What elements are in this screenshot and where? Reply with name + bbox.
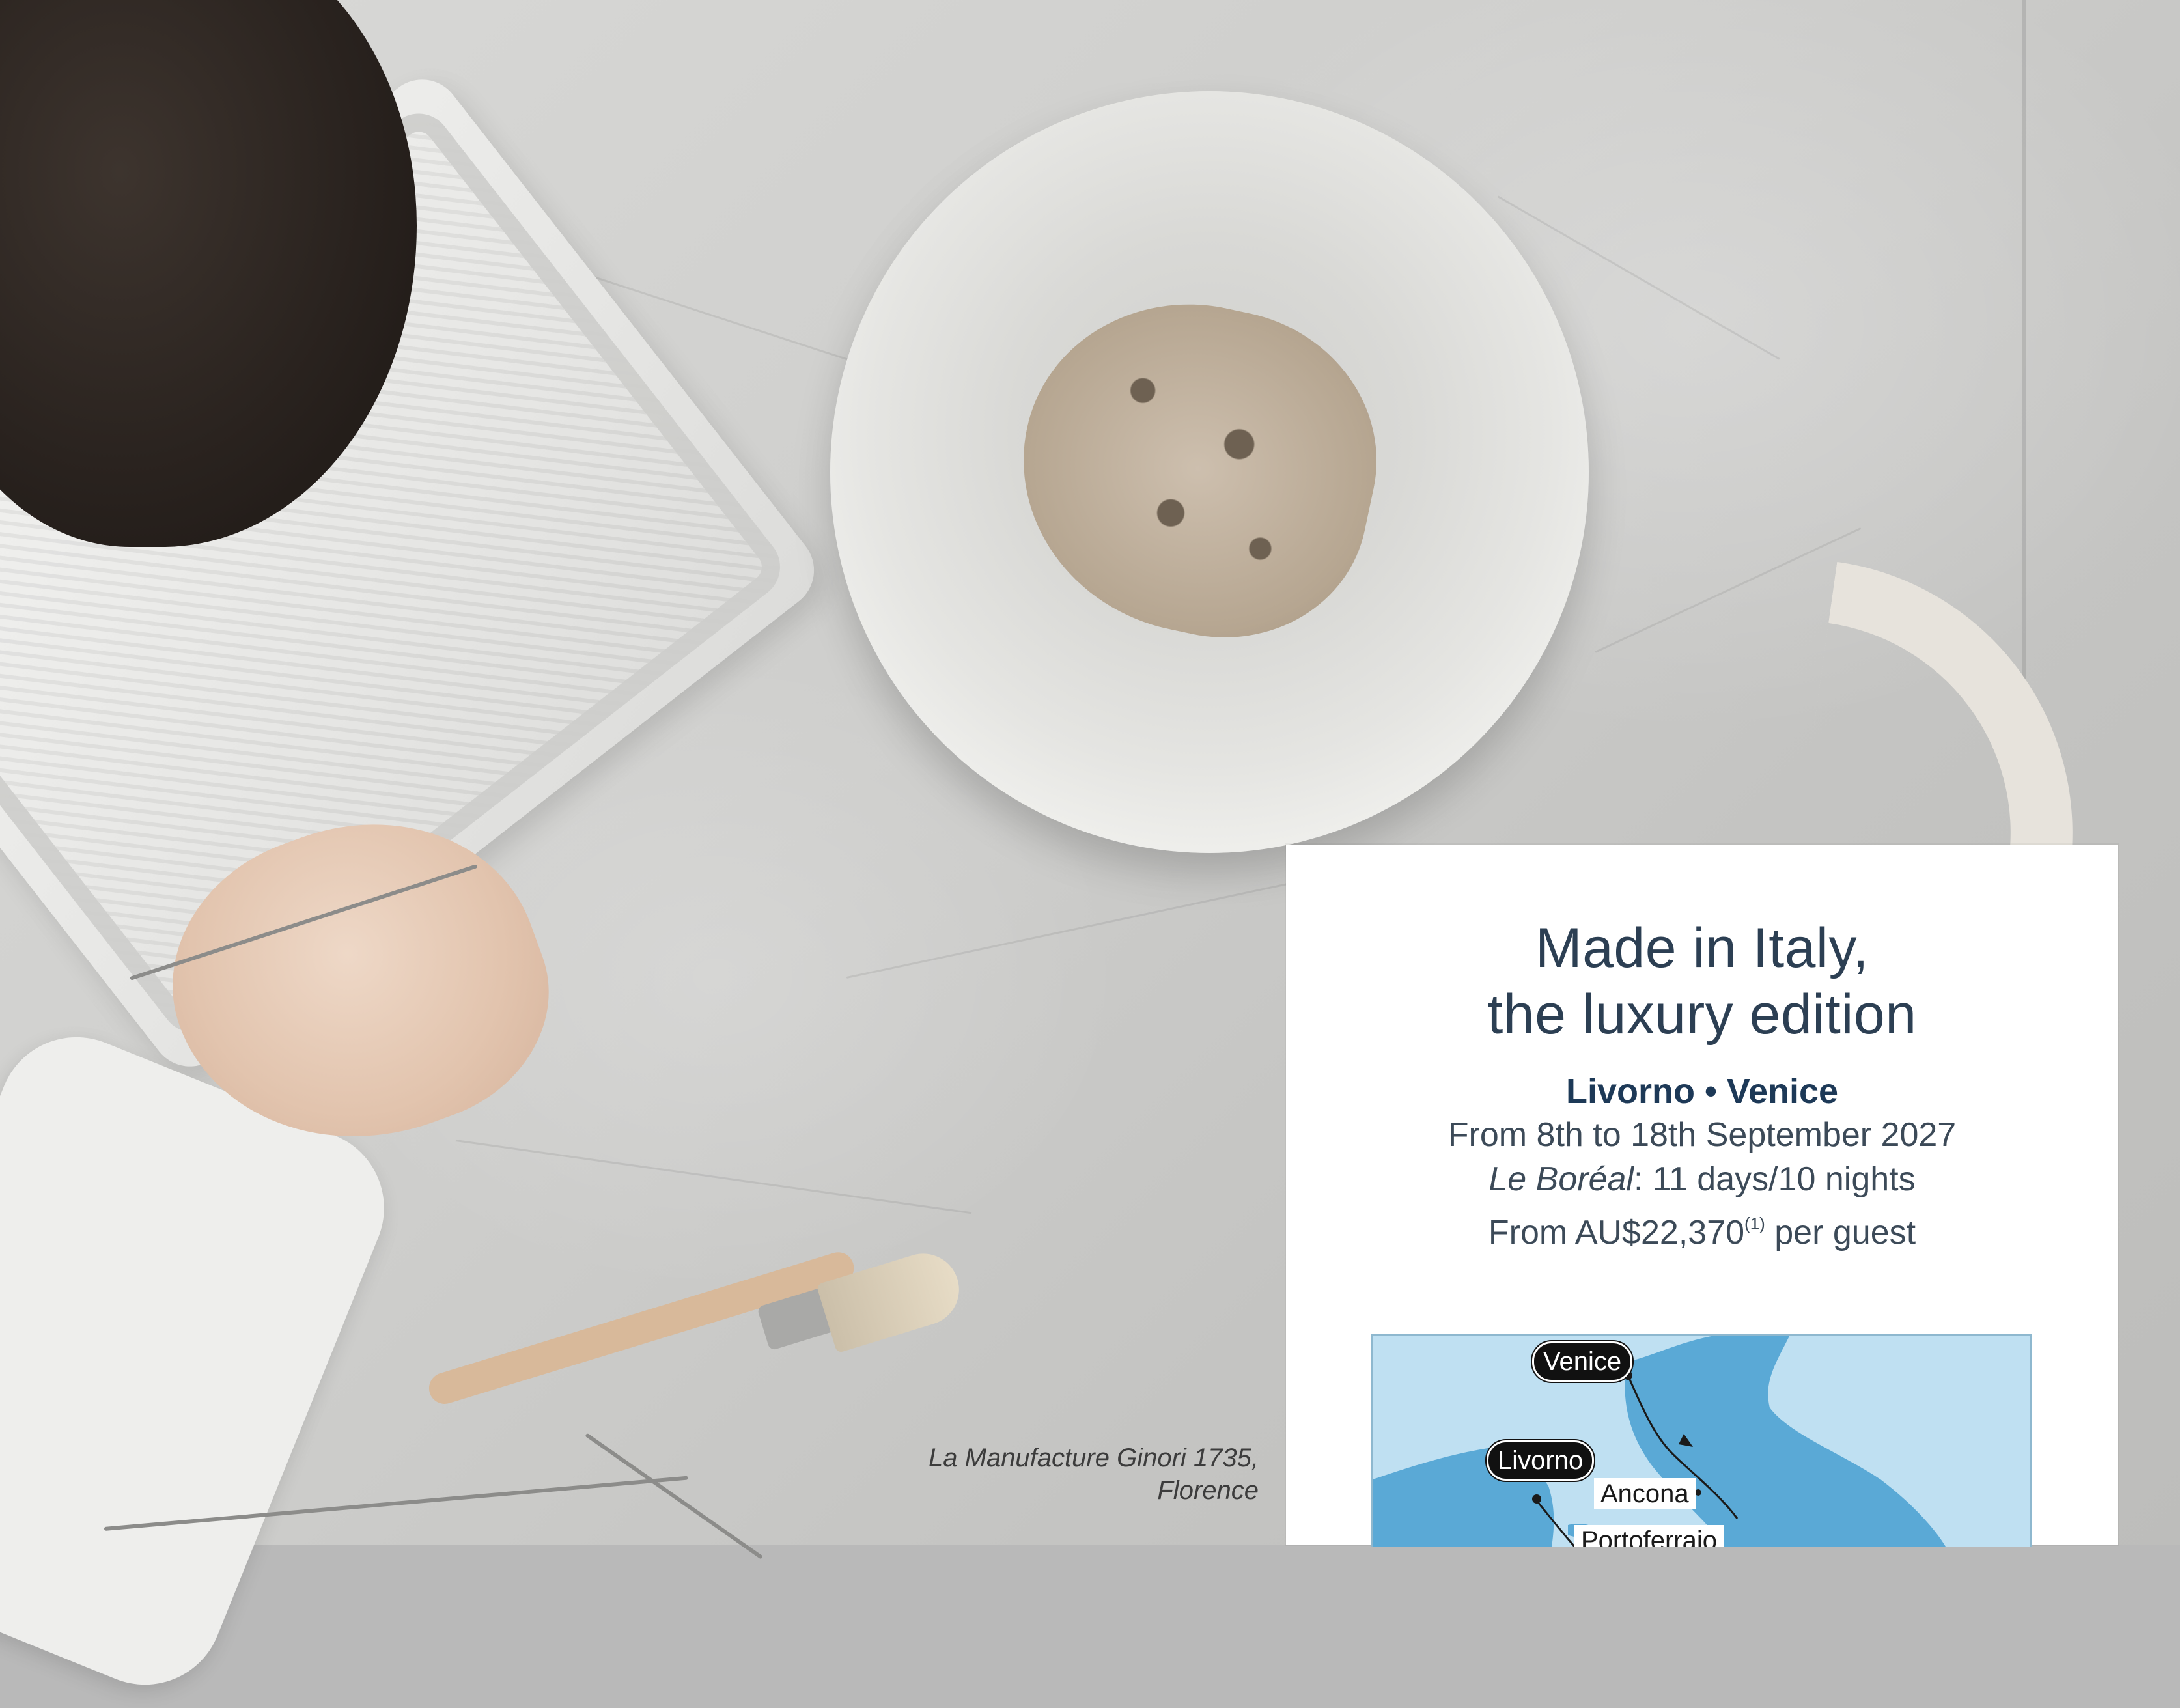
cruise-info-card: Made in Italy, the luxury edition Livorn… (1286, 845, 2118, 1547)
metal-tool (585, 1433, 764, 1560)
ship-duration: Le Boréal: 11 days/10 nights (1286, 1157, 2118, 1201)
route-to: Venice (1726, 1072, 1839, 1111)
marble-vein (455, 1140, 972, 1214)
price-footnote: (1) (1744, 1214, 1765, 1233)
caption-line-2: Florence (1157, 1476, 1259, 1505)
title-line-1: Made in Italy, (1535, 917, 1869, 979)
livorno-marker (1532, 1494, 1541, 1504)
marble-vein (846, 882, 1293, 979)
price-line: From AU$22,370(1) per guest (1286, 1201, 2118, 1255)
ship-name: Le Boréal (1488, 1160, 1634, 1198)
cruise-dates: From 8th to 18th September 2027 (1447, 1116, 1957, 1154)
route-separator: • (1704, 1072, 1717, 1111)
map-graphic (1373, 1336, 1946, 1547)
card-title: Made in Italy, the luxury edition (1286, 915, 2118, 1048)
route-heading: Livorno • Venice (1286, 1070, 2118, 1113)
map-label-portoferraio: Portoferraio (1574, 1525, 1724, 1547)
italy-mainland (1625, 1336, 1946, 1547)
map-label-livorno: Livorno (1487, 1440, 1595, 1481)
route-map: Venice Livorno Ancona Portoferraio (1371, 1334, 2032, 1547)
title-line-2: the luxury edition (1487, 983, 1917, 1046)
marble-vein (1595, 527, 1862, 653)
duration-text: : 11 days/10 nights (1633, 1160, 1916, 1198)
price-suffix: per guest (1765, 1214, 1916, 1252)
caption-line-1: La Manufacture Ginori 1735, (929, 1444, 1259, 1472)
price-value: From AU$22,370 (1488, 1214, 1745, 1252)
map-label-venice: Venice (1532, 1341, 1633, 1382)
ancona-marker (1695, 1489, 1701, 1496)
route-from: Livorno (1565, 1072, 1695, 1111)
map-label-ancona: Ancona (1594, 1478, 1696, 1509)
ceramic-arch-piece (1798, 561, 2108, 871)
photo-caption: La Manufacture Ginori 1735, Florence (929, 1442, 1259, 1507)
